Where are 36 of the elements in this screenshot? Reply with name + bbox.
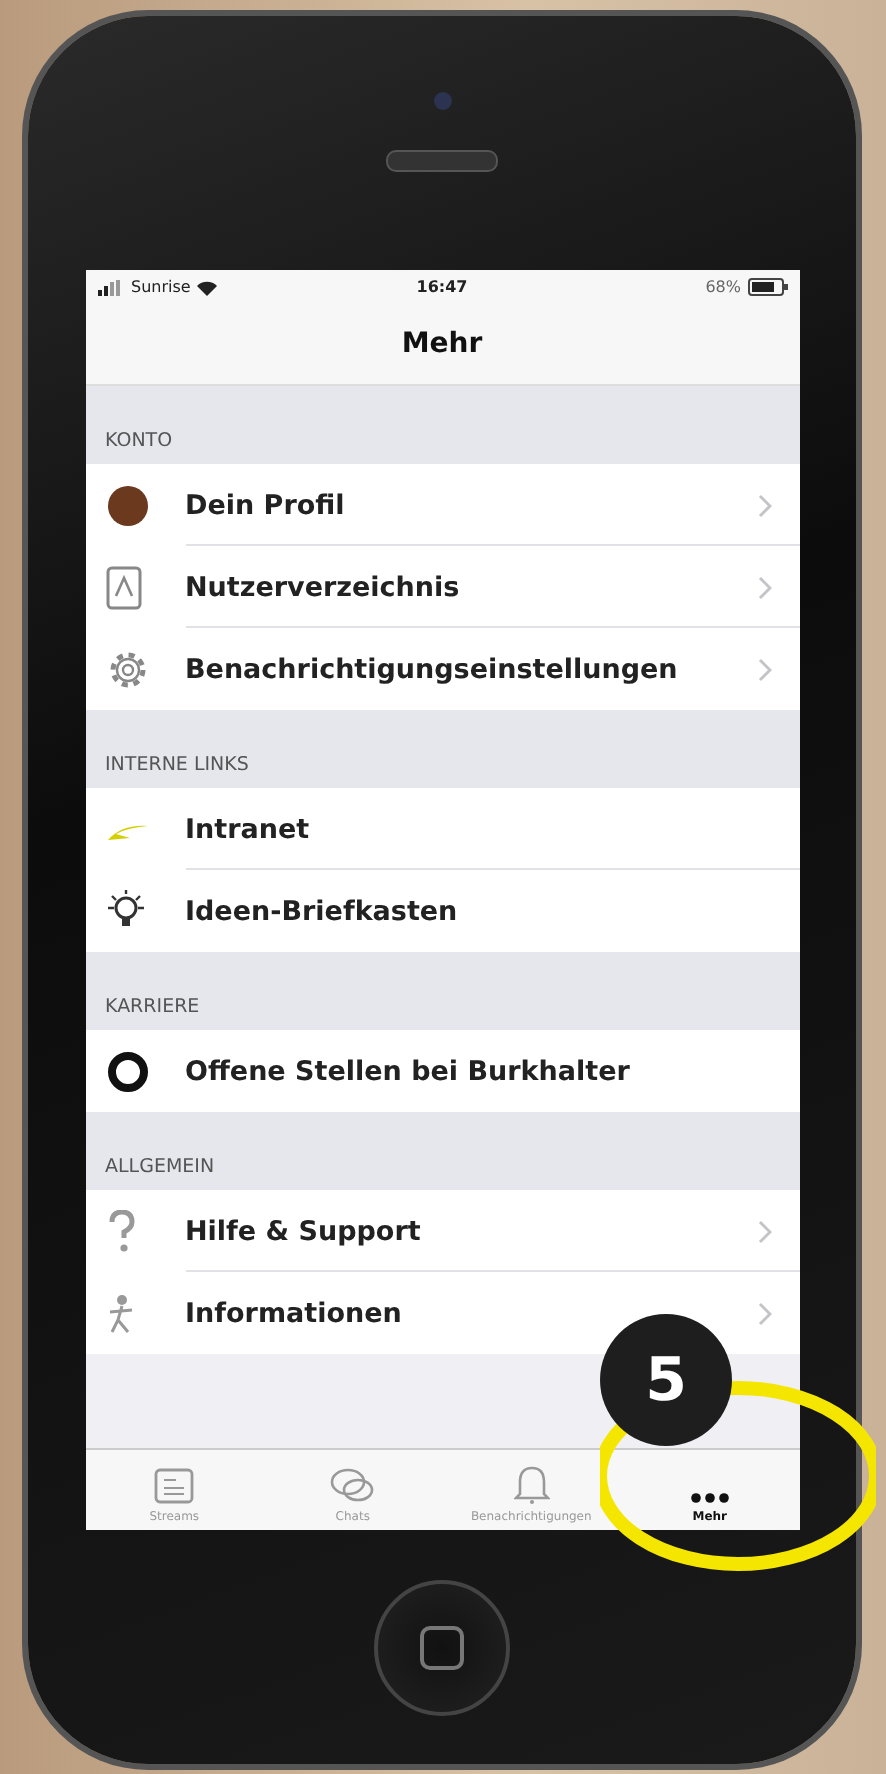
avatar-icon <box>105 483 149 527</box>
menu-item[interactable]: Dein Profil <box>85 464 799 546</box>
nav-title: Mehr <box>85 304 799 386</box>
wifi-icon <box>196 279 219 295</box>
person-icon <box>105 1293 137 1333</box>
section-title: KARRIERE <box>105 996 200 1018</box>
signal-icon <box>97 279 125 295</box>
menu-item[interactable]: Offene Stellen bei Burkhalter <box>85 1030 799 1112</box>
section-title: KONTO <box>105 430 173 452</box>
battery-percent: 68% <box>705 278 741 296</box>
ring-icon <box>105 1049 149 1093</box>
chevron-icon <box>757 493 771 517</box>
carrier-name: Sunrise <box>131 278 191 296</box>
camera-icon <box>433 92 451 110</box>
menu-item[interactable]: Hilfe & Support <box>85 1190 799 1272</box>
speaker-icon <box>386 150 498 172</box>
menu-item[interactable]: Ideen-Briefkasten <box>85 870 799 952</box>
menu-item[interactable]: Intranet <box>85 788 799 870</box>
section-title: ALLGEMEIN <box>105 1156 215 1178</box>
chevron-icon <box>757 1301 771 1325</box>
menu-item[interactable]: Nutzerverzeichnis <box>85 546 799 628</box>
chevron-icon <box>757 657 771 681</box>
bell-icon <box>513 1464 550 1504</box>
section-title: INTERNE LINKS <box>105 754 249 776</box>
chevron-icon <box>757 1219 771 1243</box>
chat-bubbles-icon <box>328 1468 377 1504</box>
status-time: 16:47 <box>416 278 468 296</box>
menu-item[interactable]: Benachrichtigungseinstellungen <box>85 628 799 710</box>
question-mark-icon <box>105 1209 137 1253</box>
menu-item[interactable]: Informationen <box>85 1272 799 1354</box>
more-icon <box>689 1492 730 1504</box>
chevron-icon <box>757 575 771 599</box>
battery-icon <box>747 278 787 296</box>
newspaper-icon <box>154 1468 195 1504</box>
contact-book-icon <box>105 565 141 609</box>
settings-icon <box>105 647 149 691</box>
